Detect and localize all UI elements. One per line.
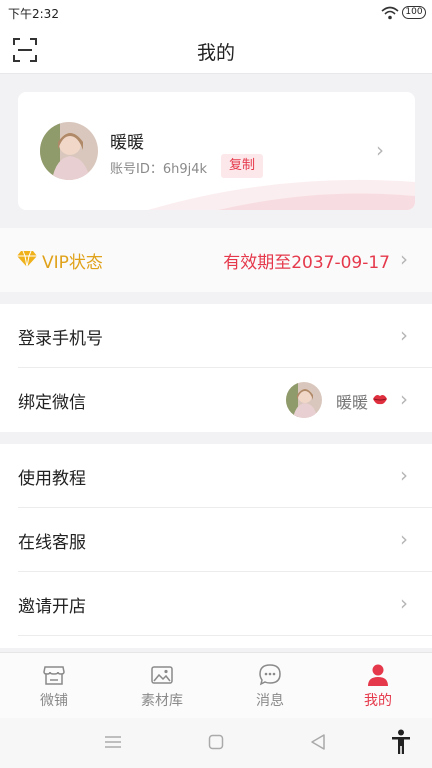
chevron-right-icon: › bbox=[400, 463, 408, 487]
chat-icon bbox=[259, 664, 281, 686]
tab-label: 我的 bbox=[364, 693, 392, 709]
tab-messages[interactable]: 消息 bbox=[216, 653, 324, 719]
avatar[interactable] bbox=[40, 122, 98, 180]
account-id: 账号ID：6h9j4k bbox=[110, 162, 208, 177]
battery-indicator: 100 bbox=[402, 6, 426, 19]
bind-wechat-row[interactable]: 绑定微信 暖暖 › bbox=[0, 368, 432, 432]
customer-service-row[interactable]: 在线客服 › bbox=[0, 508, 432, 572]
person-icon bbox=[368, 664, 388, 686]
menu-icon[interactable] bbox=[104, 735, 122, 749]
tab-label: 微铺 bbox=[40, 693, 68, 709]
diamond-icon bbox=[17, 250, 37, 268]
nickname: 暖暖 bbox=[110, 133, 144, 153]
image-icon bbox=[151, 666, 173, 684]
profile-card[interactable]: 暖暖 账号ID：6h9j4k 复制 › bbox=[18, 92, 415, 210]
vip-status-row[interactable]: VIP状态 有效期至2037-09-17 › bbox=[0, 228, 432, 292]
accessibility-icon[interactable] bbox=[391, 729, 411, 755]
tab-me[interactable]: 我的 bbox=[324, 653, 432, 719]
page-header: 我的 bbox=[0, 26, 432, 74]
row-label: 登录手机号 bbox=[18, 329, 103, 349]
chevron-right-icon: › bbox=[400, 591, 408, 615]
wechat-avatar bbox=[286, 382, 322, 418]
row-label: 邀请开店 bbox=[18, 597, 86, 617]
divider bbox=[18, 635, 432, 636]
shop-icon bbox=[43, 666, 65, 685]
status-bar: 下午2:32 100 bbox=[0, 0, 432, 26]
row-label: 绑定微信 bbox=[18, 393, 86, 413]
vip-label: VIP状态 bbox=[42, 253, 103, 273]
tab-label: 消息 bbox=[256, 693, 284, 709]
vip-expiry: 有效期至2037-09-17 bbox=[223, 253, 390, 273]
row-label: 使用教程 bbox=[18, 469, 86, 489]
bottom-tab-bar: 微铺 素材库 消息 我的 bbox=[0, 652, 432, 718]
tab-label: 素材库 bbox=[141, 693, 183, 709]
chevron-right-icon: › bbox=[400, 387, 408, 411]
status-time: 下午2:32 bbox=[8, 7, 59, 21]
chevron-right-icon: › bbox=[400, 247, 408, 271]
account-group: 登录手机号 › 绑定微信 暖暖 › bbox=[0, 304, 432, 432]
login-phone-row[interactable]: 登录手机号 › bbox=[0, 304, 432, 368]
invite-shop-row[interactable]: 邀请开店 › bbox=[0, 572, 432, 636]
chevron-right-icon: › bbox=[400, 323, 408, 347]
chevron-right-icon: › bbox=[376, 138, 384, 162]
wifi-icon bbox=[381, 6, 399, 20]
row-label: 在线客服 bbox=[18, 533, 86, 553]
wechat-name: 暖暖 bbox=[336, 393, 369, 412]
page-title: 我的 bbox=[196, 42, 235, 64]
service-group: 使用教程 › 在线客服 › 邀请开店 › bbox=[0, 444, 432, 648]
tutorial-row[interactable]: 使用教程 › bbox=[0, 444, 432, 508]
tab-materials[interactable]: 素材库 bbox=[108, 653, 216, 719]
back-icon[interactable] bbox=[310, 733, 326, 751]
lips-icon bbox=[373, 395, 387, 405]
system-nav-bar bbox=[0, 718, 432, 768]
home-icon[interactable] bbox=[208, 734, 224, 750]
copy-button[interactable]: 复制 bbox=[221, 154, 264, 178]
chevron-right-icon: › bbox=[400, 527, 408, 551]
tab-shop[interactable]: 微铺 bbox=[0, 653, 108, 719]
